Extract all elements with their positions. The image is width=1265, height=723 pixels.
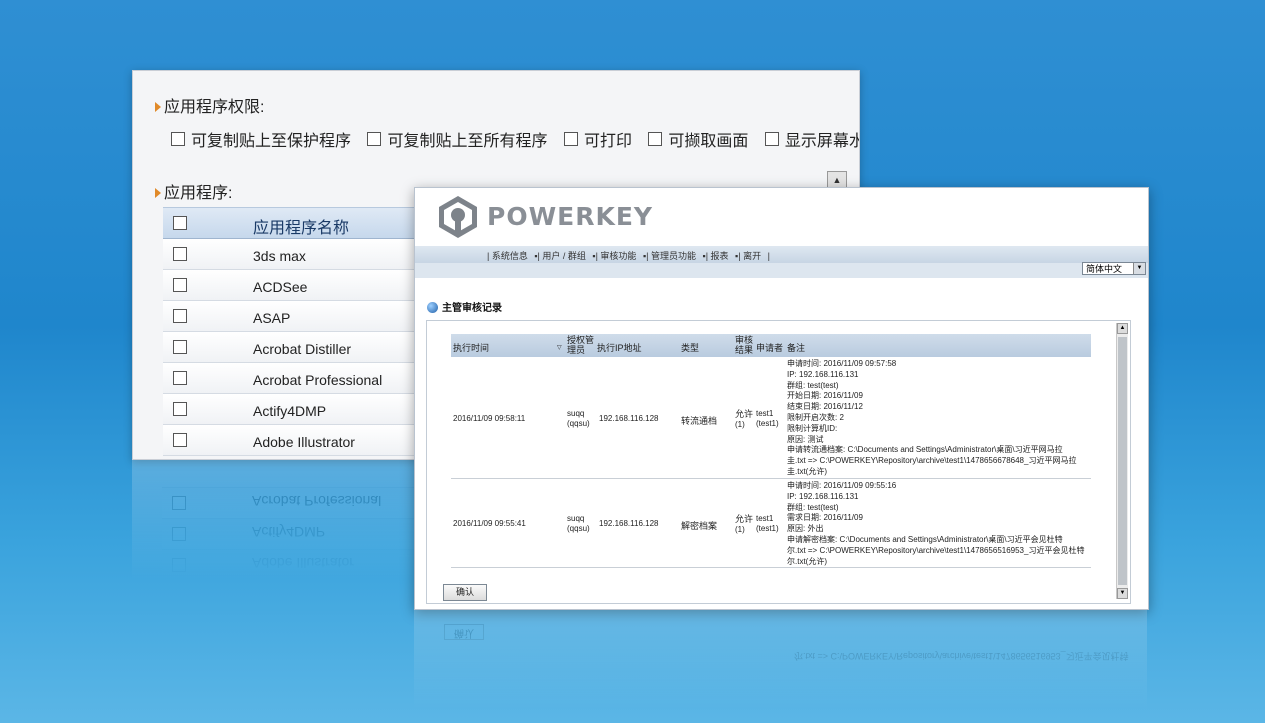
scroll-down-icon[interactable]: ▼ xyxy=(1117,588,1128,599)
vertical-scrollbar[interactable]: ▲ ▼ xyxy=(1116,323,1128,599)
cell-type: 解密档案 xyxy=(681,521,718,531)
audit-records-panel: 执行时间 ▽ 授权管理员 执行IP地址 类型 审核结果 申请者 备注 2016/… xyxy=(426,320,1131,604)
column-app-name: 应用程序名称 xyxy=(253,220,350,237)
brand-name: POWERKEY xyxy=(487,202,654,231)
checkbox[interactable] xyxy=(173,402,187,416)
checkbox[interactable] xyxy=(173,247,187,261)
cell-time: 2016/11/09 09:58:11 xyxy=(453,414,526,423)
nav-admin[interactable]: ▪| 管理员功能 xyxy=(643,249,696,262)
col-notes[interactable]: 备注 xyxy=(787,341,805,354)
checkbox[interactable] xyxy=(563,131,578,146)
cell-type: 转流通档 xyxy=(681,416,718,426)
cell-notes: 申请时间: 2016/11/09 09:57:58 IP: 192.168.11… xyxy=(787,359,1077,476)
main-nav: | 系统信息 ▪| 用户 / 群组 ▪| 审核功能 ▪| 管理员功能 ▪| 报表… xyxy=(415,246,1148,263)
cell-admin: suqq (qqsu) xyxy=(567,514,590,533)
col-exec-time[interactable]: 执行时间 xyxy=(453,341,489,354)
perm-print[interactable]: 可打印 xyxy=(563,127,632,151)
checkbox[interactable] xyxy=(173,309,187,323)
col-type[interactable]: 类型 xyxy=(681,341,699,354)
cell-result: 允许 (1) xyxy=(735,409,754,429)
col-applicant[interactable]: 申请者 xyxy=(756,341,783,354)
perm-copy-protected[interactable]: 可复制贴上至保护程序 xyxy=(171,127,351,151)
reflected-confirm: 确认 xyxy=(444,624,484,640)
checkbox[interactable] xyxy=(367,131,382,146)
cell-ip: 192.168.116.128 xyxy=(599,519,659,528)
powerkey-logo-icon xyxy=(439,196,477,238)
apps-title: 应用程序: xyxy=(155,179,232,203)
audit-window: POWERKEY | 系统信息 ▪| 用户 / 群组 ▪| 审核功能 ▪| 管理… xyxy=(414,187,1149,610)
nav-system-info[interactable]: | 系统信息 xyxy=(487,249,528,262)
col-admin[interactable]: 授权管理员 xyxy=(567,335,595,355)
nav-divider: | xyxy=(767,251,770,261)
confirm-button[interactable]: 确认 xyxy=(443,584,487,601)
col-result[interactable]: 审核结果 xyxy=(735,335,753,355)
checkbox[interactable] xyxy=(173,278,187,292)
cell-notes: 申请时间: 2016/11/09 09:55:16 IP: 192.168.11… xyxy=(787,481,1085,566)
checkbox[interactable] xyxy=(173,340,187,354)
language-select[interactable]: 简体中文 ▼ xyxy=(1082,262,1146,275)
cell-result: 允许 (1) xyxy=(735,514,754,534)
chevron-down-icon[interactable]: ▼ xyxy=(1133,263,1145,274)
scroll-thumb[interactable] xyxy=(1118,337,1127,585)
checkbox[interactable] xyxy=(173,433,187,447)
cell-ip: 192.168.116.128 xyxy=(599,414,659,423)
gem-icon xyxy=(427,301,438,313)
permissions-title: 应用程序权限: xyxy=(155,93,264,117)
nav-subbar xyxy=(415,263,1148,278)
cell-time: 2016/11/09 09:55:41 xyxy=(453,519,526,528)
table-row[interactable]: 2016/11/09 09:58:11 suqq (qqsu) 192.168.1… xyxy=(451,357,1091,479)
table-header: 执行时间 ▽ 授权管理员 执行IP地址 类型 审核结果 申请者 备注 xyxy=(451,334,1091,357)
cell-applicant: test1 (test1) xyxy=(756,514,779,533)
perm-watermark[interactable]: 显示屏幕水印 xyxy=(764,127,859,151)
reflected-notes: 尔.txt => C:\POWERKEY\Repository\archive\… xyxy=(794,651,1129,661)
select-all-checkbox[interactable] xyxy=(173,216,187,230)
scroll-up-icon[interactable]: ▲ xyxy=(1117,323,1128,334)
perm-screenshot[interactable]: 可撷取画面 xyxy=(648,127,748,151)
checkbox[interactable] xyxy=(173,371,187,385)
section-title: 主管审核记录 xyxy=(427,299,502,314)
nav-exit[interactable]: ▪| 离开 xyxy=(735,249,761,262)
checkbox xyxy=(172,496,186,510)
nav-reports[interactable]: ▪| 报表 xyxy=(703,249,729,262)
nav-users-groups[interactable]: ▪| 用户 / 群组 xyxy=(534,249,586,262)
checkbox xyxy=(172,527,186,541)
arrow-right-icon xyxy=(155,101,161,112)
checkbox[interactable] xyxy=(648,131,663,146)
permission-options: 可复制贴上至保护程序 可复制贴上至所有程序 可打印 可撷取画面 显示屏幕水印 xyxy=(171,127,859,151)
table-row[interactable]: 2016/11/09 09:55:41 suqq (qqsu) 192.168.1… xyxy=(451,479,1091,568)
cell-admin: suqq (qqsu) xyxy=(567,409,590,428)
col-ip[interactable]: 执行IP地址 xyxy=(597,341,642,354)
front-window-reflection: 确认 尔.txt => C:\POWERKEY\Repository\archi… xyxy=(414,610,1147,710)
cell-applicant: test1 (test1) xyxy=(756,409,779,428)
checkbox[interactable] xyxy=(171,131,185,146)
nav-audit[interactable]: ▪| 审核功能 xyxy=(592,249,636,262)
audit-records-table: 执行时间 ▽ 授权管理员 执行IP地址 类型 审核结果 申请者 备注 2016/… xyxy=(451,334,1091,568)
sort-icon[interactable]: ▽ xyxy=(557,344,562,351)
checkbox[interactable] xyxy=(764,131,779,146)
arrow-right-icon xyxy=(155,187,161,198)
checkbox xyxy=(172,558,186,572)
perm-copy-all[interactable]: 可复制贴上至所有程序 xyxy=(367,127,547,151)
